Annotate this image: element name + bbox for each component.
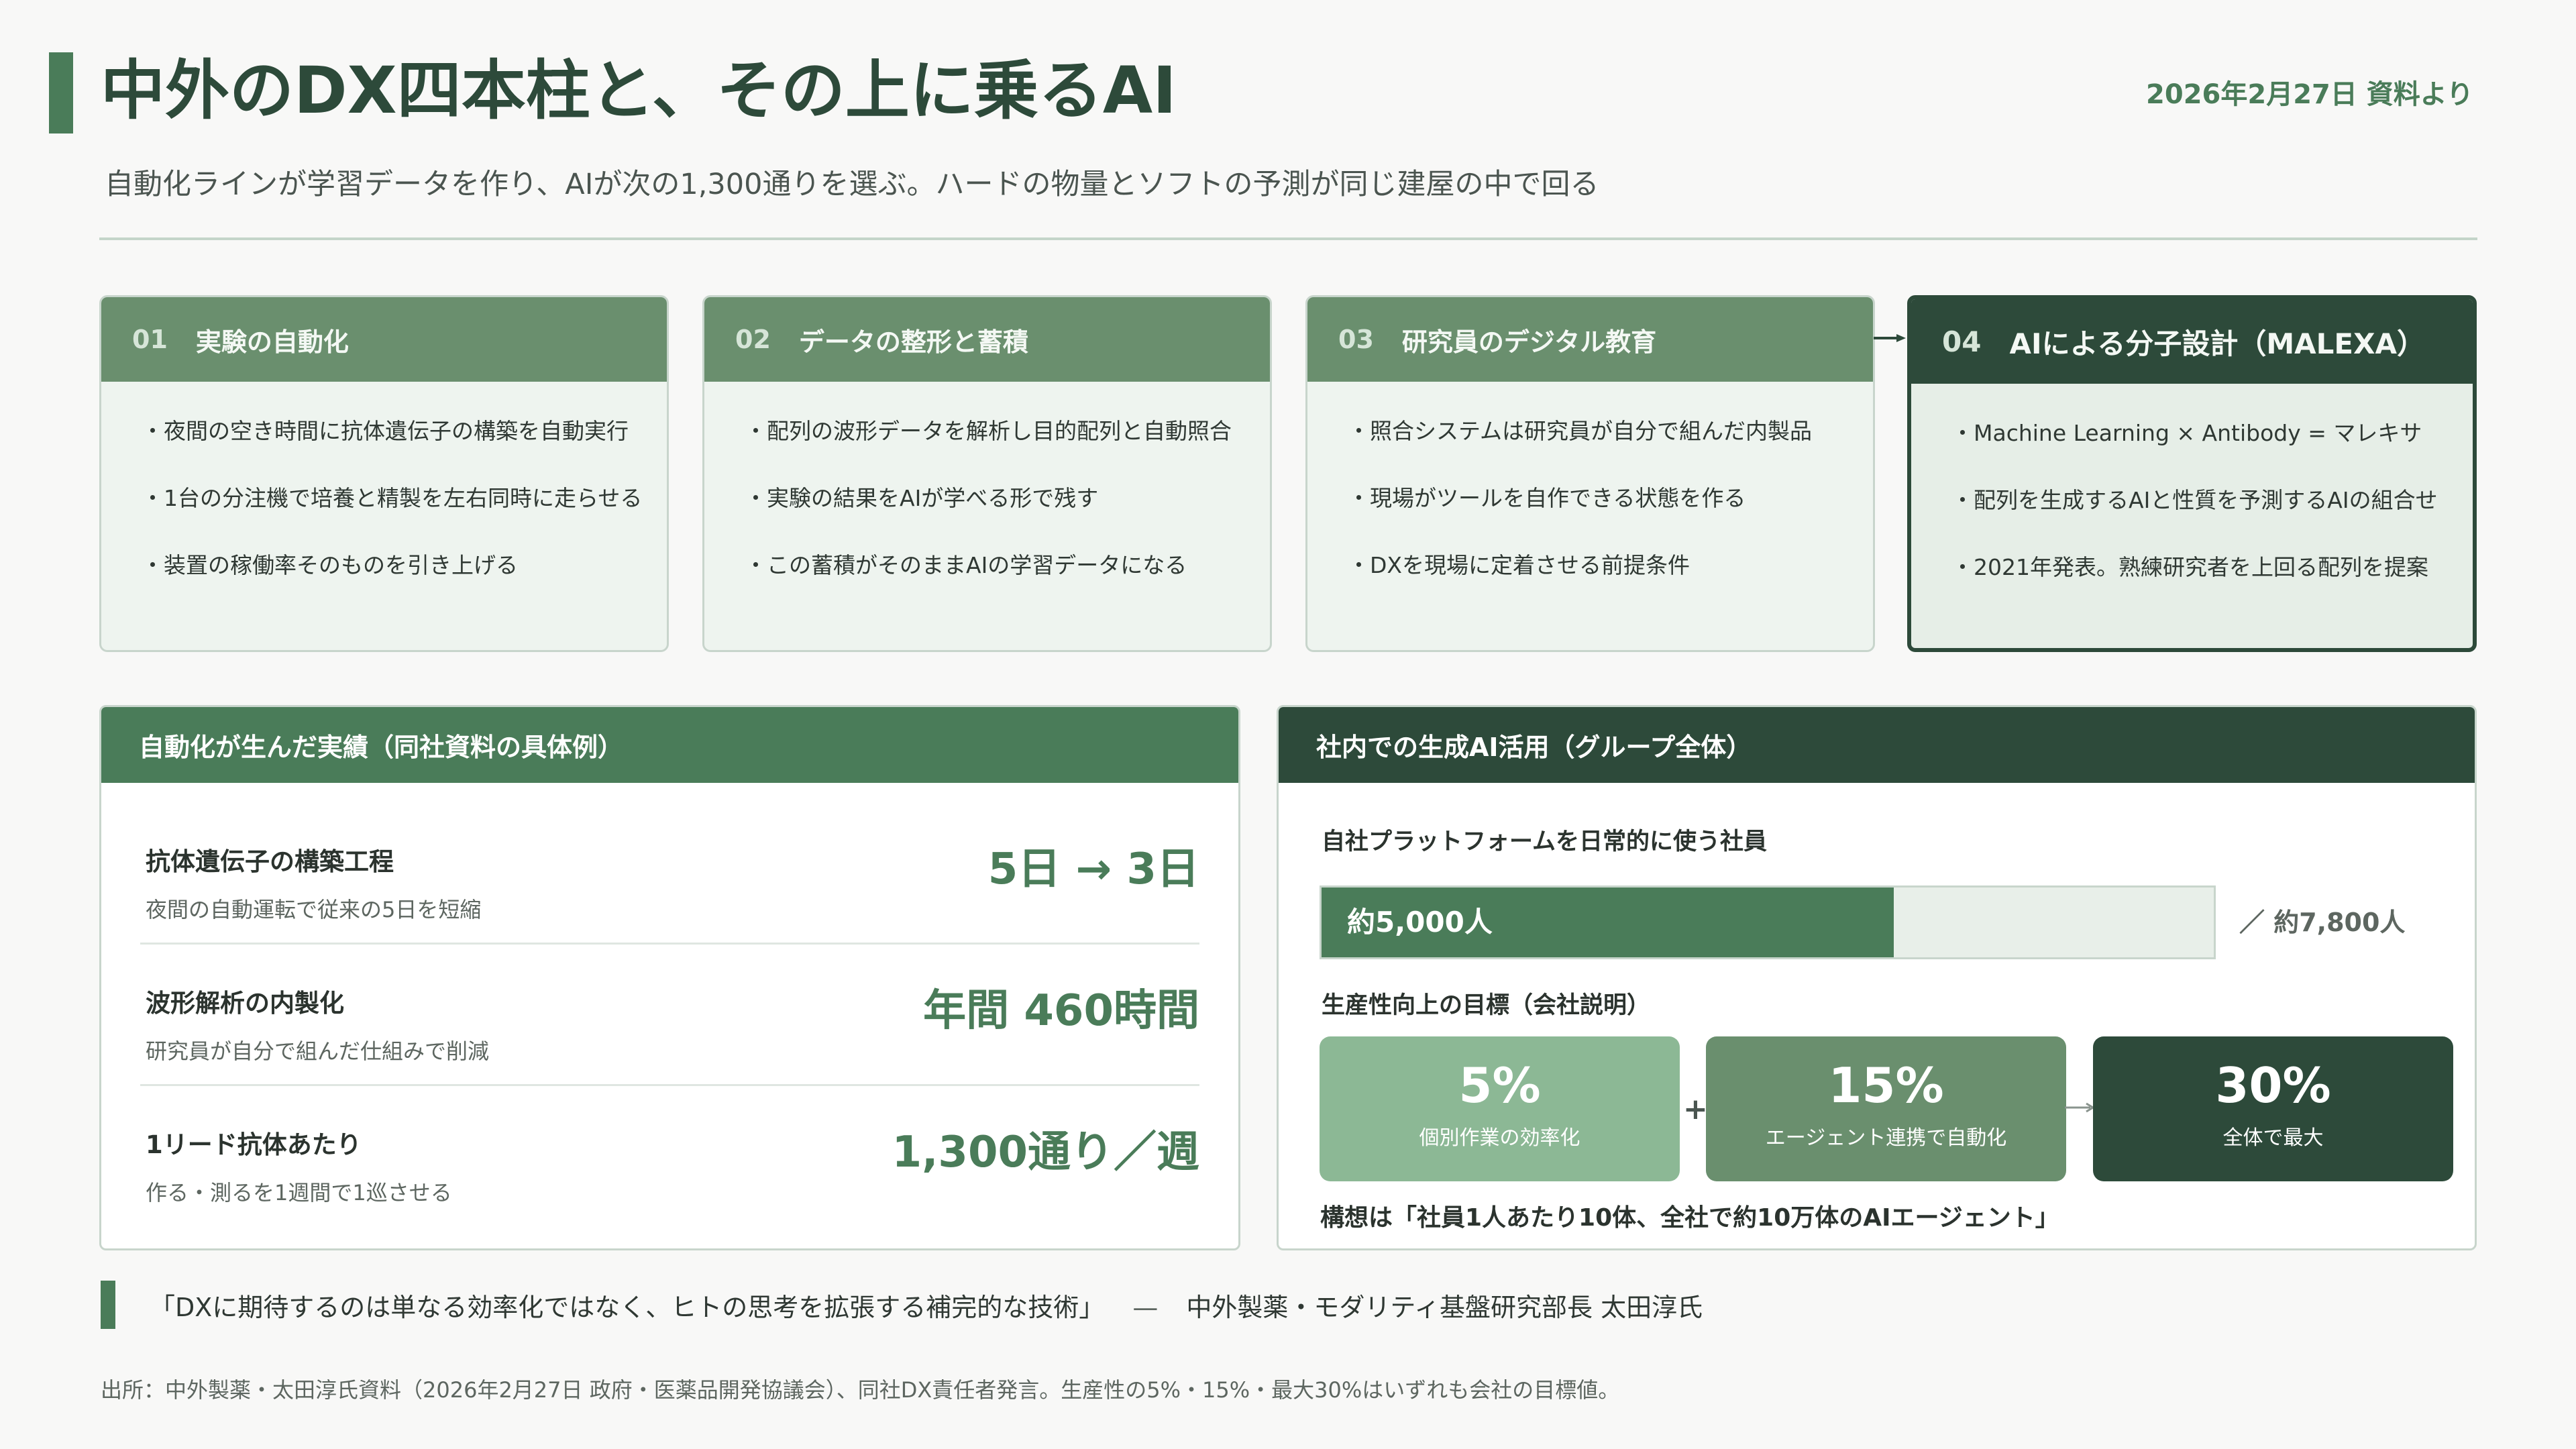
achievement-desc: 作る・測るを1週間で1巡させる [146,1180,452,1205]
pillar-title: 研究員のデジタル教育 [1401,327,1657,357]
goal-box-3: 30% 全体で最大 [2093,1036,2453,1181]
pillar-item: ・配列を生成するAIと性質を予測するAIの組合せ [1951,487,2438,513]
pillar-card-1: 01 実験の自動化 ・夜間の空き時間に抗体遺伝子の構築を自動実行 ・1台の分注機… [99,295,669,652]
goal-box-1: 5% 個別作業の効率化 [1320,1036,1680,1181]
source-date: 2026年2月27日 資料より [2146,79,2473,110]
pillar-item: ・夜間の空き時間に抗体遺伝子の構築を自動実行 [142,418,629,444]
achievement-desc: 夜間の自動運転で従来の5日を短縮 [146,897,482,922]
goal-arrow-icon [2065,1102,2095,1113]
page-title: 中外のDX四本柱と、その上に乗るAI [101,53,1177,128]
pillar-item: ・1台の分注機で培養と精製を左右同時に走らせる [142,485,643,511]
achievement-row: 1リード抗体あたり 作る・測るを1週間で1巡させる 1,300通り／週 [140,1084,1199,1226]
platform-users-label: 自社プラットフォームを日常的に使う社員 [1322,828,1767,855]
plus-operator: + [1683,1092,1708,1126]
quote: 「DXに期待するのは単なる効率化ではなく、ヒトの思考を拡張する補完的な技術」 — 中… [150,1287,1703,1324]
pillar-item: ・装置の稼働率そのものを引き上げる [142,552,518,578]
quote-text: 「DXに期待するのは単なる効率化ではなく、ヒトの思考を拡張する補完的な技術」 [150,1293,1105,1322]
users-progress-bar: 約5,000人 [1320,885,2216,959]
goal-value: 30% [2215,1057,2331,1114]
pillar-item: ・Machine Learning × Antibody = マレキサ [1951,420,2422,446]
ai-usage-title: 社内での生成AI活用（グループ全体） [1279,707,2475,783]
achievement-value: 5日 → 3日 [987,845,1199,894]
pillar-item: ・DXを現場に定着させる前提条件 [1348,552,1690,578]
pillar-card-header: 03 研究員のデジタル教育 [1307,297,1873,382]
pillar-item: ・実験の結果をAIが学べる形で残す [745,485,1099,511]
quote-accent-bar [101,1281,115,1329]
pillar-item: ・2021年発表。熟練研究者を上回る配列を提案 [1951,554,2428,580]
achievement-row: 波形解析の内製化 研究員が自分で組んだ仕組みで削減 年間 460時間 [140,943,1199,1086]
goal-desc: エージェント連携で自動化 [1765,1126,2007,1150]
achievement-label: 波形解析の内製化 [146,989,344,1018]
ai-agent-vision-note: 構想は「社員1人あたり10体、全社で約10万体のAIエージェント」 [1320,1204,2059,1232]
goal-desc: 全体で最大 [2222,1126,2324,1150]
pillar-card-2: 02 データの整形と蓄積 ・配列の波形データを解析し目的配列と自動照合 ・実験の… [702,295,1272,652]
achievement-row: 抗体遺伝子の構築工程 夜間の自動運転で従来の5日を短縮 5日 → 3日 [140,801,1199,945]
pillar-card-4-ai: 04 AIによる分子設計（MALEXA） ・Machine Learning ×… [1907,295,2477,652]
pillar-item: ・配列の波形データを解析し目的配列と自動照合 [745,418,1232,444]
goal-value: 5% [1458,1057,1541,1114]
achievement-value: 1,300通り／週 [892,1128,1199,1177]
pillar-card-header: 04 AIによる分子設計（MALEXA） [1911,299,2473,384]
achievement-value: 年間 460時間 [923,986,1199,1036]
users-total: ／ 約7,800人 [2239,908,2406,937]
pillar-item: ・この蓄積がそのままAIの学習データになる [745,552,1187,578]
header-divider [99,237,2477,240]
quote-dash: — [1132,1293,1159,1322]
pillar-item: ・現場がツールを自作できる状態を作る [1348,485,1746,511]
achievements-panel: 自動化が生んだ実績（同社資料の具体例） 抗体遺伝子の構築工程 夜間の自動運転で従… [99,705,1240,1250]
pillar-card-header: 02 データの整形と蓄積 [704,297,1270,382]
goal-value: 15% [1828,1057,1944,1114]
users-count: 約5,000人 [1347,906,1493,938]
page-subtitle: 自動化ラインが学習データを作り、AIが次の1,300通りを選ぶ。ハードの物量とソ… [105,168,1599,201]
achievements-title: 自動化が生んだ実績（同社資料の具体例） [101,707,1238,783]
pillar-item: ・照合システムは研究員が自分で組んだ内製品 [1348,418,1813,444]
achievement-desc: 研究員が自分で組んだ仕組みで削減 [146,1038,490,1064]
pillar-title: 実験の自動化 [195,327,349,357]
goal-box-2: 15% エージェント連携で自動化 [1706,1036,2066,1181]
pillar-card-header: 01 実験の自動化 [101,297,667,382]
goal-desc: 個別作業の効率化 [1419,1126,1580,1150]
pillar-number: 04 [1942,325,1982,358]
pillar-title: データの整形と蓄積 [798,327,1028,357]
achievement-label: 1リード抗体あたり [146,1130,362,1159]
connector-arrow-icon [1874,334,1906,342]
title-accent-bar [49,52,73,133]
pillar-number: 03 [1338,325,1374,354]
pillar-card-3: 03 研究員のデジタル教育 ・照合システムは研究員が自分で組んだ内製品 ・現場が… [1305,295,1875,652]
quote-attribution: 中外製薬・モダリティ基盤研究部長 太田淳氏 [1186,1293,1703,1322]
achievement-label: 抗体遺伝子の構築工程 [146,847,394,876]
pillar-number: 01 [132,325,168,354]
productivity-goal-label: 生産性向上の目標（会社説明） [1322,992,1651,1019]
pillar-title: AIによる分子設計（MALEXA） [2009,327,2425,360]
pillar-number: 02 [735,325,771,354]
source-note: 出所：中外製薬・太田淳氏資料（2026年2月27日 政府・医薬品開発協議会）、同… [101,1377,1620,1403]
